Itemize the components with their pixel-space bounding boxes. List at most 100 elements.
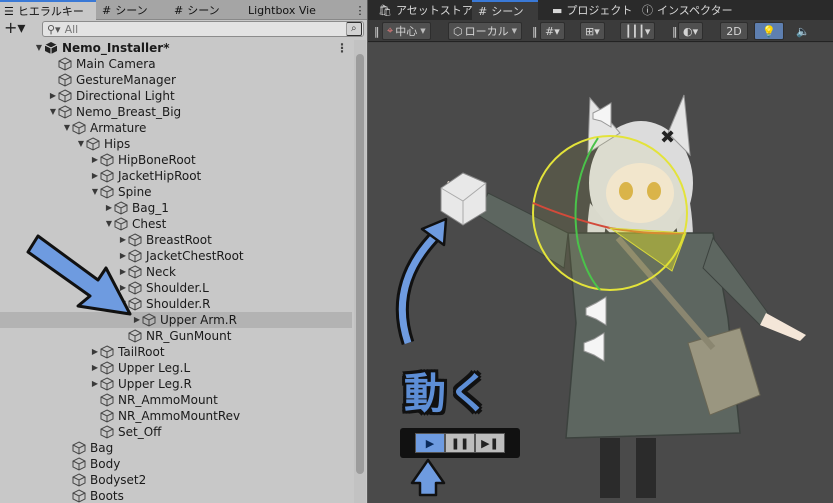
hierarchy-scrollbar[interactable]: [354, 40, 366, 503]
expand-arrow-right-icon[interactable]: ▶: [118, 280, 128, 296]
scrollbar-thumb[interactable]: [356, 54, 364, 474]
hierarchy-row[interactable]: ▶ Directional Light: [0, 88, 352, 104]
row-label: NR_GunMount: [146, 329, 232, 343]
expand-arrow-right-icon[interactable]: ▶: [90, 360, 100, 376]
expand-arrow-right-icon[interactable]: ▶: [90, 344, 100, 360]
tab-hierarchy[interactable]: ☰ ヒエラルキー: [0, 0, 96, 20]
row-label: Bag: [90, 441, 114, 455]
hierarchy-row[interactable]: Body: [0, 456, 352, 472]
scene-root-row[interactable]: ▼ Nemo_Installer* ⋮: [0, 40, 352, 56]
play-button[interactable]: ▶: [415, 433, 445, 453]
gameobject-cube-icon: [100, 377, 116, 391]
tab-label: ヒエラルキー: [17, 5, 84, 18]
hierarchy-row[interactable]: ▶ Shoulder.L: [0, 280, 352, 296]
expand-arrow-right-icon[interactable]: ▶: [118, 264, 128, 280]
pause-icon: ❚❚: [450, 436, 470, 450]
pause-button[interactable]: ❚❚: [445, 433, 475, 453]
pivot-rotation-dropdown[interactable]: ⬡ ローカル ▼: [448, 22, 522, 40]
hierarchy-row[interactable]: NR_AmmoMountRev: [0, 408, 352, 424]
tab-project[interactable]: ▬ プロジェクト: [546, 0, 638, 20]
hierarchy-search-input[interactable]: ⚲▾ All ⌕: [42, 21, 364, 37]
scene-menu-icon[interactable]: ⋮: [336, 40, 348, 56]
tab-inspector[interactable]: ⓘ インスペクター: [636, 0, 739, 20]
hierarchy-row[interactable]: ▶ JacketHipRoot: [0, 168, 352, 184]
hierarchy-row[interactable]: ▶ Neck: [0, 264, 352, 280]
hierarchy-row[interactable]: GestureManager: [0, 72, 352, 88]
lighting-toggle-button[interactable]: 💡: [754, 22, 784, 40]
expand-arrow-right-icon[interactable]: ▶: [132, 312, 142, 328]
hierarchy-row[interactable]: ▼ Spine: [0, 184, 352, 200]
expand-arrow-down-icon[interactable]: ▼: [34, 40, 44, 56]
expand-arrow-down-icon[interactable]: ▼: [76, 136, 86, 152]
step-button[interactable]: ▶❚: [475, 433, 505, 453]
toggle-2d-button[interactable]: 2D: [720, 22, 748, 40]
expand-arrow-down-icon[interactable]: ▼: [118, 296, 128, 312]
expand-arrow-down-icon[interactable]: ▼: [62, 120, 72, 136]
expand-arrow-right-icon[interactable]: ▶: [90, 168, 100, 184]
more-tabs-icon[interactable]: ⋮: [353, 0, 367, 20]
tab-lightbox-viewer[interactable]: Lightbox Vie: [244, 0, 352, 20]
tab-scene-2[interactable]: # シーン: [170, 0, 242, 20]
hierarchy-tabbar: ☰ ヒエラルキー # シーン # シーン Lightbox Vie ⋮: [0, 0, 367, 20]
hierarchy-row[interactable]: ▶ JacketChestRoot: [0, 248, 352, 264]
expand-arrow-right-icon[interactable]: ▶: [118, 232, 128, 248]
hierarchy-row[interactable]: ▶ BreastRoot: [0, 232, 352, 248]
search-filter-button[interactable]: ⌕: [346, 22, 362, 36]
chevron-down-icon: ▼: [420, 27, 426, 35]
hierarchy-row[interactable]: ▶ Upper Arm.R: [0, 312, 352, 328]
hierarchy-row[interactable]: ▶ HipBoneRoot: [0, 152, 352, 168]
audio-toggle-button[interactable]: 🔈: [792, 22, 814, 40]
search-placeholder: All: [64, 22, 79, 36]
tab-label: アセットストア: [395, 4, 473, 17]
expand-arrow-right-icon[interactable]: ▶: [90, 152, 100, 168]
expand-arrow-down-icon[interactable]: ▼: [90, 184, 100, 200]
expand-arrow-right-icon[interactable]: ▶: [104, 200, 114, 216]
shading-mode-dropdown[interactable]: ◐▾: [678, 22, 704, 40]
hierarchy-row[interactable]: ▼ Chest: [0, 216, 352, 232]
expand-arrow-right-icon[interactable]: ▶: [48, 88, 58, 104]
hierarchy-row[interactable]: ▼ Nemo_Breast_Big: [0, 104, 352, 120]
scene-viewport[interactable]: ✖ 動く ▶ ❚❚ ▶❚: [368, 43, 833, 503]
hierarchy-row[interactable]: NR_GunMount: [0, 328, 352, 344]
increment-snap-button[interactable]: ⊞▾: [580, 22, 605, 40]
expand-arrow-down-icon[interactable]: ▼: [48, 104, 58, 120]
hierarchy-row[interactable]: ▶ TailRoot: [0, 344, 352, 360]
row-label: Upper Arm.R: [160, 313, 237, 327]
gameobject-cube-icon: [72, 489, 88, 503]
tab-asset-store[interactable]: 🛍 アセットストア: [372, 0, 479, 20]
row-label: JacketHipRoot: [118, 169, 202, 183]
hierarchy-row[interactable]: ▼ Hips: [0, 136, 352, 152]
add-object-button[interactable]: +▾: [4, 20, 30, 37]
hierarchy-row[interactable]: Boots: [0, 488, 352, 503]
inspector-info-icon: ⓘ: [642, 4, 653, 17]
hierarchy-row[interactable]: ▶ Bag_1: [0, 200, 352, 216]
grid-snap-button[interactable]: #▾: [540, 22, 565, 40]
hierarchy-row[interactable]: ▼ Armature: [0, 120, 352, 136]
ruler-snap-button[interactable]: ┃┃┃▾: [620, 22, 656, 40]
hierarchy-row[interactable]: NR_AmmoMount: [0, 392, 352, 408]
gameobject-cube-icon: [100, 361, 116, 375]
expand-arrow-right-icon[interactable]: ▶: [90, 376, 100, 392]
row-label: Shoulder.L: [146, 281, 209, 295]
hierarchy-row[interactable]: Set_Off: [0, 424, 352, 440]
hierarchy-row[interactable]: Bodyset2: [0, 472, 352, 488]
annotation-caption: 動く: [404, 369, 493, 418]
row-label: NR_AmmoMountRev: [118, 409, 241, 423]
gameobject-cube-icon: [128, 297, 144, 311]
gameobject-cube-icon: [114, 217, 130, 231]
tab-scene-1[interactable]: # シーン: [98, 0, 168, 20]
gameobject-cube-icon: [100, 185, 116, 199]
asset-store-icon: 🛍: [378, 3, 392, 17]
hierarchy-row[interactable]: ▶ Upper Leg.R: [0, 376, 352, 392]
gameobject-cube-icon: [100, 425, 116, 439]
expand-arrow-down-icon[interactable]: ▼: [104, 216, 114, 232]
hierarchy-row[interactable]: ▼ Shoulder.R: [0, 296, 352, 312]
row-label: JacketChestRoot: [146, 249, 244, 263]
pivot-mode-dropdown[interactable]: ⌖ 中心 ▼: [382, 22, 431, 40]
hierarchy-row[interactable]: ▶ Upper Leg.L: [0, 360, 352, 376]
row-label: Chest: [132, 217, 167, 231]
hierarchy-row[interactable]: Bag: [0, 440, 352, 456]
expand-arrow-right-icon[interactable]: ▶: [118, 248, 128, 264]
hierarchy-row[interactable]: Main Camera: [0, 56, 352, 72]
tab-scene[interactable]: # シーン: [472, 0, 538, 20]
